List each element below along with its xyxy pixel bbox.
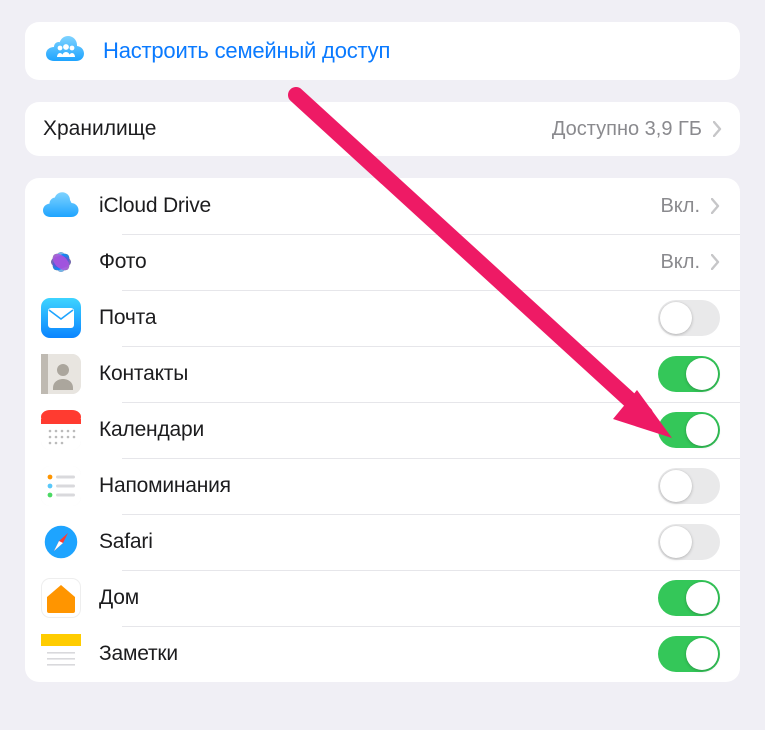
contacts-label: Контакты: [99, 362, 658, 386]
reminders-row: Напоминания: [25, 458, 740, 514]
calendars-row: Календари: [25, 402, 740, 458]
calendars-label: Календари: [99, 418, 658, 442]
icloud-drive-status: Вкл.: [660, 195, 700, 218]
icloud-drive-row[interactable]: iCloud Drive Вкл.: [25, 178, 740, 234]
apps-section: iCloud Drive Вкл.: [25, 178, 740, 682]
contacts-row: Контакты: [25, 346, 740, 402]
calendar-icon: [41, 410, 81, 450]
reminders-icon: [41, 466, 81, 506]
home-label: Дом: [99, 586, 658, 610]
mail-toggle[interactable]: [658, 300, 720, 336]
photos-row[interactable]: Фото Вкл.: [25, 234, 740, 290]
reminders-label: Напоминания: [99, 474, 658, 498]
storage-row[interactable]: Хранилище Доступно 3,9 ГБ: [25, 102, 740, 156]
chevron-right-icon: [712, 120, 722, 138]
contacts-toggle[interactable]: [658, 356, 720, 392]
safari-row: Safari: [25, 514, 740, 570]
home-icon: [41, 578, 81, 618]
family-sharing-icon: [43, 29, 87, 73]
storage-title: Хранилище: [43, 117, 552, 141]
mail-icon: [41, 298, 81, 338]
mail-label: Почта: [99, 306, 658, 330]
icloud-drive-icon: [41, 186, 81, 226]
family-sharing-label: Настроить семейный доступ: [103, 38, 722, 64]
family-sharing-row[interactable]: Настроить семейный доступ: [25, 22, 740, 80]
photos-icon: [41, 242, 81, 282]
home-row: Дом: [25, 570, 740, 626]
notes-row: Заметки: [25, 626, 740, 682]
mail-row: Почта: [25, 290, 740, 346]
safari-label: Safari: [99, 530, 658, 554]
icloud-drive-label: iCloud Drive: [99, 194, 660, 218]
storage-available: Доступно 3,9 ГБ: [552, 118, 702, 141]
family-sharing-section: Настроить семейный доступ: [25, 22, 740, 80]
home-toggle[interactable]: [658, 580, 720, 616]
reminders-toggle[interactable]: [658, 468, 720, 504]
photos-label: Фото: [99, 250, 660, 274]
notes-label: Заметки: [99, 642, 658, 666]
safari-icon: [41, 522, 81, 562]
chevron-right-icon: [710, 253, 720, 271]
notes-toggle[interactable]: [658, 636, 720, 672]
photos-status: Вкл.: [660, 251, 700, 274]
notes-icon: [41, 634, 81, 674]
chevron-right-icon: [710, 197, 720, 215]
storage-section: Хранилище Доступно 3,9 ГБ: [25, 102, 740, 156]
safari-toggle[interactable]: [658, 524, 720, 560]
contacts-icon: [41, 354, 81, 394]
calendars-toggle[interactable]: [658, 412, 720, 448]
